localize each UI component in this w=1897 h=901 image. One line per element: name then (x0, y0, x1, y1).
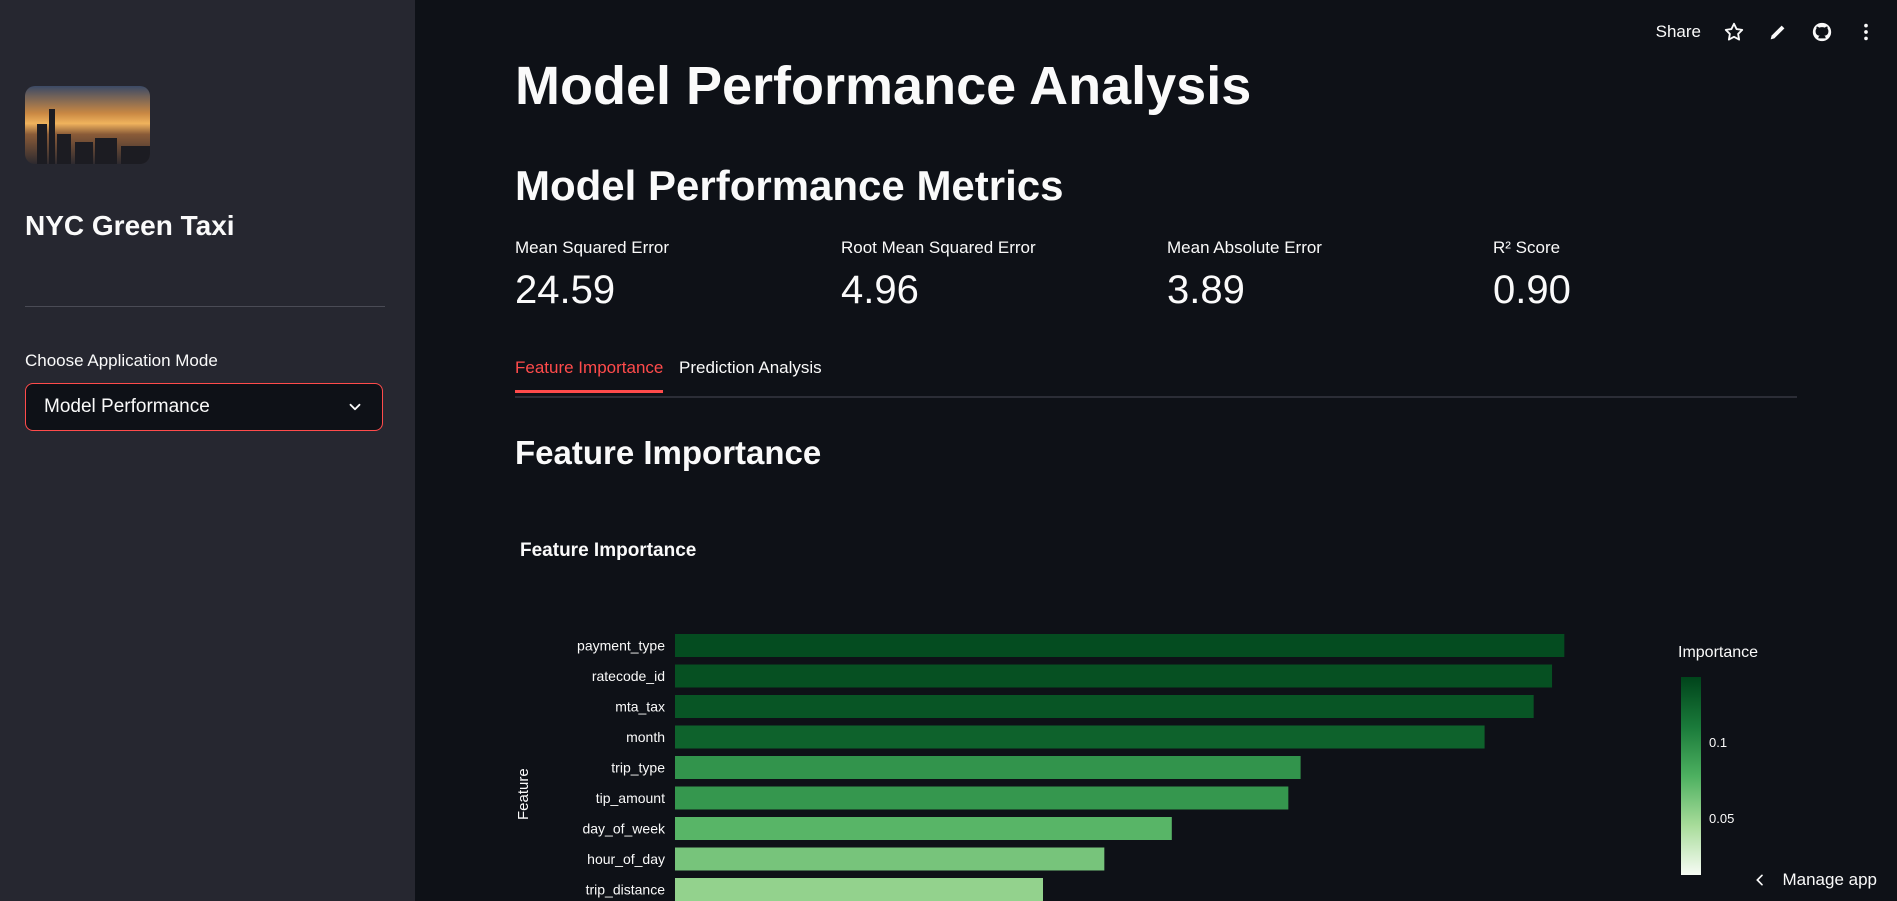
star-icon[interactable] (1723, 21, 1745, 43)
colorbar-tick: 0.05 (1709, 811, 1735, 826)
manage-app-button[interactable]: Manage app (1752, 870, 1877, 890)
metric-r2: R² Score 0.90 (1493, 238, 1571, 313)
metric-label: Mean Squared Error (515, 238, 670, 257)
mode-select[interactable]: Model Performance (25, 383, 383, 431)
bar-trip-distance[interactable] (675, 878, 1043, 901)
page-title: Model Performance Analysis (515, 56, 1252, 116)
metric-value: 24.59 (515, 268, 616, 312)
header-toolbar: Share (1656, 18, 1877, 46)
y-tick-label: ratecode_id (592, 668, 665, 684)
chevron-down-icon (349, 403, 361, 411)
bar-mta-tax[interactable] (675, 695, 1534, 718)
chevron-left-icon (1756, 874, 1764, 886)
github-icon[interactable] (1811, 21, 1833, 43)
bar-month[interactable] (675, 725, 1485, 749)
y-tick-label: month (626, 729, 665, 745)
sidebar: NYC Green Taxi Choose Application Mode M… (0, 0, 415, 901)
bar-tip-amount[interactable] (675, 786, 1289, 810)
y-tick-label: trip_type (611, 760, 665, 776)
mode-select-label: Choose Application Mode (25, 351, 218, 370)
y-tick-label: day_of_week (582, 821, 666, 837)
mode-select-value: Model Performance (44, 396, 210, 417)
share-button[interactable]: Share (1656, 22, 1701, 42)
metric-value: 4.96 (841, 268, 919, 312)
manage-app-label: Manage app (1782, 870, 1877, 889)
bar-trip-type[interactable] (675, 756, 1301, 779)
tab-feature-importance[interactable]: Feature Importance (515, 358, 664, 393)
metric-value: 3.89 (1167, 268, 1245, 312)
colorbar (1681, 677, 1701, 875)
metric-mse: Mean Squared Error 24.59 (515, 238, 669, 313)
y-tick-label: mta_tax (615, 699, 665, 715)
y-tick-label: hour_of_day (587, 851, 665, 867)
bar-ratecode-id[interactable] (675, 664, 1553, 688)
feature-importance-heading: Feature Importance (515, 434, 822, 471)
bar-payment-type[interactable] (675, 634, 1565, 657)
metric-label: Root Mean Squared Error (841, 238, 1036, 257)
y-tick-label: tip_amount (596, 790, 665, 806)
y-tick-label: payment_type (577, 638, 665, 654)
y-tick-label: trip_distance (586, 882, 666, 898)
metric-value: 0.90 (1493, 268, 1571, 312)
colorbar-tick: 0.1 (1709, 735, 1728, 750)
more-vertical-icon[interactable] (1855, 21, 1877, 43)
bar-day-of-week[interactable] (675, 817, 1172, 840)
nyc-skyline-logo (25, 86, 150, 164)
chart-plot-area: payment_type ratecode_id mta_taxmonth trip_… (577, 634, 1565, 901)
sidebar-divider (25, 306, 385, 307)
colorbar-title: Importance (1678, 644, 1759, 661)
bar-hour-of-day[interactable] (675, 847, 1105, 871)
sidebar-app-title: NYC Green Taxi (25, 210, 235, 241)
metric-label: R² Score (1493, 238, 1561, 257)
pencil-icon[interactable] (1767, 21, 1789, 43)
metric-rmse: Root Mean Squared Error 4.96 (841, 238, 1036, 313)
feature-importance-chart: Feature Importance Feature payment_type r… (515, 530, 1897, 901)
metric-mae: Mean Absolute Error 3.89 (1167, 238, 1322, 313)
tab-prediction-analysis[interactable]: Prediction Analysis (679, 358, 822, 390)
metrics-section-title: Model Performance Metrics (515, 162, 1064, 209)
tab-bar: Feature Importance Prediction Analysis (515, 358, 1797, 398)
metric-label: Mean Absolute Error (1167, 238, 1322, 257)
